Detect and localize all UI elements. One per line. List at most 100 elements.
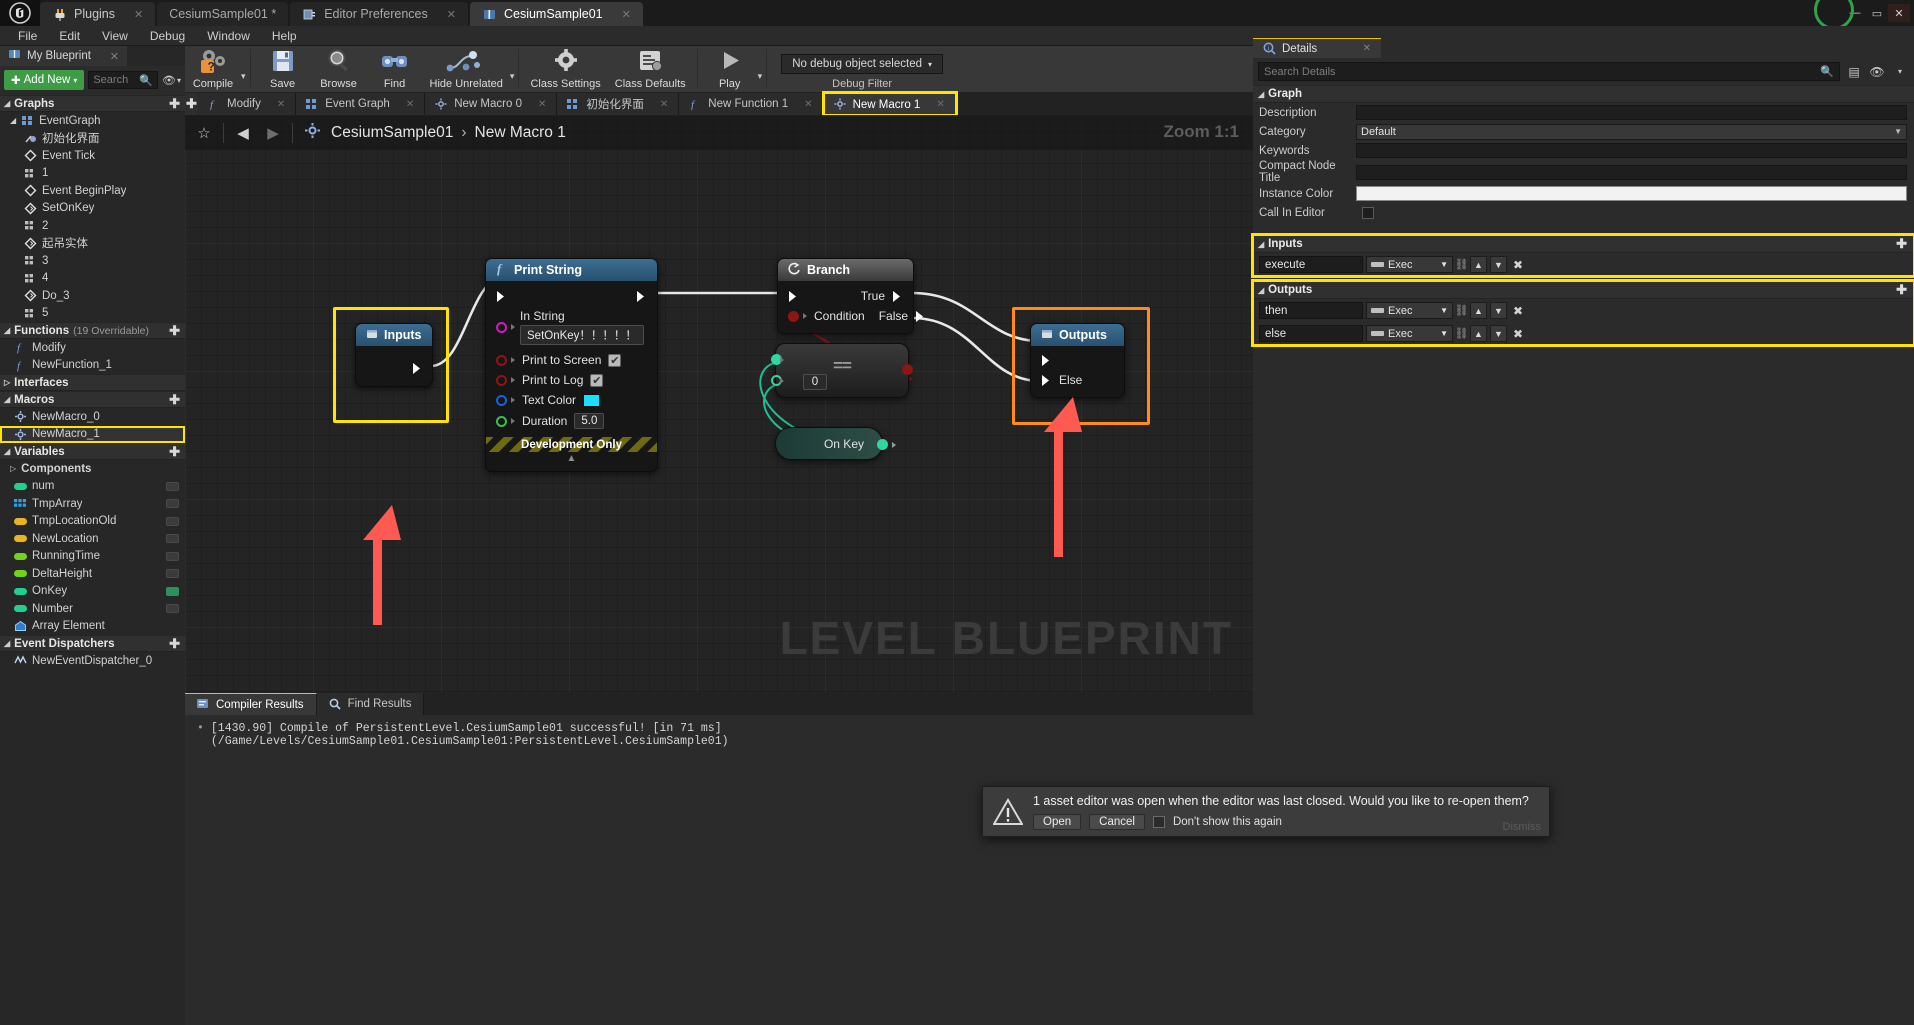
menu-view[interactable]: View <box>92 27 138 45</box>
move-up-button[interactable]: ▲ <box>1470 302 1487 319</box>
search-details-input[interactable]: Search Details 🔍 <box>1258 62 1840 81</box>
column-view-icon[interactable]: ▤ <box>1845 63 1863 81</box>
graph-tab-new-function-1[interactable]: f New Function 1 ✕ <box>679 93 824 115</box>
back-arrow-icon[interactable]: ◀ <box>232 124 254 142</box>
section-event-dispatchers[interactable]: ◢ Event Dispatchers ✚ <box>0 635 185 652</box>
text-color-swatch[interactable] <box>583 393 601 407</box>
dismiss-label[interactable]: Dismiss <box>1503 821 1542 833</box>
exec-input-pin[interactable] <box>788 290 799 303</box>
close-icon[interactable]: ✕ <box>134 8 143 21</box>
browse-button[interactable]: Browse <box>311 46 367 93</box>
variable-visibility-toggle[interactable] <box>166 586 179 596</box>
menu-edit[interactable]: Edit <box>49 27 90 45</box>
description-input[interactable] <box>1356 105 1907 120</box>
close-icon[interactable]: ✕ <box>622 8 631 21</box>
add-function-icon[interactable]: ✚ <box>169 323 180 339</box>
section-functions[interactable]: ◢ Functions (19 Overridable) ✚ <box>0 322 185 339</box>
close-icon[interactable]: ✕ <box>447 8 456 21</box>
hide-unrelated-dropdown-arrow-icon[interactable]: ▾ <box>510 71 515 82</box>
menu-help[interactable]: Help <box>262 27 307 45</box>
then-exec-input-pin[interactable] <box>1041 354 1052 367</box>
remove-output-icon[interactable]: ✖ <box>1510 302 1526 319</box>
details-section-graph[interactable]: ◢ Graph <box>1253 85 1914 103</box>
add-dispatcher-icon[interactable]: ✚ <box>169 636 180 652</box>
add-macro-icon[interactable]: ✚ <box>169 392 180 408</box>
menu-window[interactable]: Window <box>197 27 260 45</box>
details-section-inputs[interactable]: ◢ Inputs ✚ <box>1253 235 1914 253</box>
close-icon[interactable]: ✕ <box>277 99 285 110</box>
node-outputs[interactable]: Outputs Else <box>1030 323 1125 398</box>
text-color-pin[interactable] <box>496 394 507 406</box>
node-inputs[interactable]: Inputs <box>355 323 433 387</box>
variable-visibility-toggle[interactable] <box>166 569 179 579</box>
chain-link-icon[interactable]: ⛓ <box>1455 325 1469 342</box>
close-icon[interactable]: ✕ <box>1363 43 1371 54</box>
call-in-editor-checkbox[interactable] <box>1362 206 1374 219</box>
variable-visibility-toggle[interactable] <box>166 534 179 544</box>
menu-debug[interactable]: Debug <box>140 27 195 45</box>
find-button[interactable]: Find <box>367 46 423 93</box>
compiler-results-output[interactable]: • [1430.90] Compile of PersistentLevel.C… <box>185 715 1253 1025</box>
close-icon[interactable]: ✕ <box>660 99 668 110</box>
exec-input-pin[interactable] <box>496 290 507 303</box>
tree-item-1[interactable]: 1 <box>0 165 185 183</box>
class-settings-button[interactable]: Class Settings <box>523 46 607 93</box>
move-up-button[interactable]: ▲ <box>1470 325 1487 342</box>
keywords-input[interactable] <box>1356 143 1907 158</box>
close-icon[interactable]: ✕ <box>538 99 546 110</box>
remove-input-icon[interactable]: ✖ <box>1510 256 1526 273</box>
move-down-button[interactable]: ▼ <box>1490 302 1507 319</box>
save-button[interactable]: Save <box>255 46 311 93</box>
variable-row-onkey[interactable]: OnKey <box>0 583 185 601</box>
compact-node-title-input[interactable] <box>1356 164 1907 180</box>
add-graph-tab-icon[interactable]: ✚ <box>185 93 198 115</box>
variable-row-tmparray[interactable]: TmpArray <box>0 495 185 513</box>
chain-link-icon[interactable]: ⛓ <box>1455 302 1469 319</box>
tree-item-4[interactable]: 4 <box>0 270 185 288</box>
tree-item-newfunction1[interactable]: f NewFunction_1 <box>0 357 185 375</box>
window-close-icon[interactable]: ✕ <box>1888 4 1910 22</box>
tree-item-components[interactable]: ▷ Components <box>0 460 185 478</box>
tree-item-5[interactable]: 5 <box>0 305 185 323</box>
true-exec-output-pin[interactable] <box>892 290 903 303</box>
details-section-outputs[interactable]: ◢ Outputs ✚ <box>1253 281 1914 299</box>
tree-item-lift-entity[interactable]: 起吊实体 <box>0 235 185 253</box>
window-tab-cesiumsample01-active[interactable]: CesiumSample01 ✕ <box>469 2 643 26</box>
visibility-options-button[interactable]: 👁 ▾ <box>162 74 181 87</box>
open-button[interactable]: Open <box>1033 813 1082 830</box>
in-string-pin[interactable] <box>496 321 507 333</box>
window-tab-cesiumsample01-modified[interactable]: CesiumSample01 * <box>157 2 289 26</box>
section-graphs[interactable]: ◢ Graphs ✚ <box>0 95 185 112</box>
output-name-field[interactable]: then <box>1259 302 1363 319</box>
tree-item-newmacro-1[interactable]: NewMacro_1 <box>0 425 185 443</box>
exec-output-pin[interactable] <box>636 290 647 303</box>
breadcrumb-root[interactable]: CesiumSample01 <box>331 124 453 142</box>
tree-item-2[interactable]: 2 <box>0 217 185 235</box>
search-input[interactable]: Search 🔍 <box>88 71 159 89</box>
tab-find-results[interactable]: Find Results <box>316 693 425 715</box>
variable-row-num[interactable]: num <box>0 478 185 496</box>
tree-item-setonkey[interactable]: SetOnKey <box>0 200 185 218</box>
condition-pin[interactable] <box>788 310 799 322</box>
menu-file[interactable]: File <box>8 27 47 45</box>
node-branch[interactable]: Branch True Condition False <box>777 258 924 334</box>
category-select[interactable]: Default ▼ <box>1356 123 1907 140</box>
graph-tab-new-macro-1[interactable]: New Macro 1 ✕ <box>821 91 958 117</box>
exec-output-pin[interactable] <box>412 362 423 375</box>
print-to-log-checkbox[interactable]: ✔ <box>590 373 604 387</box>
compile-button[interactable]: ? Compile <box>185 46 241 93</box>
duration-input[interactable]: 5.0 <box>574 413 605 429</box>
variable-row-number[interactable]: Number <box>0 600 185 618</box>
close-icon[interactable]: ✕ <box>406 99 414 110</box>
window-tab-editor-preferences[interactable]: Editor Preferences ✕ <box>290 2 468 26</box>
add-input-icon[interactable]: ✚ <box>1896 236 1907 252</box>
variable-row-newlocation[interactable]: NewLocation <box>0 530 185 548</box>
duration-pin[interactable] <box>496 415 507 427</box>
variable-row-tmplocationold[interactable]: TmpLocationOld <box>0 513 185 531</box>
section-interfaces[interactable]: ▷ Interfaces <box>0 374 185 391</box>
chevron-down-icon[interactable]: ▾ <box>1891 63 1909 81</box>
section-variables[interactable]: ◢ Variables ✚ <box>0 443 185 460</box>
tree-item-3[interactable]: 3 <box>0 252 185 270</box>
print-to-screen-checkbox[interactable]: ✔ <box>608 353 622 367</box>
tree-item-do3[interactable]: Do_3 <box>0 287 185 305</box>
